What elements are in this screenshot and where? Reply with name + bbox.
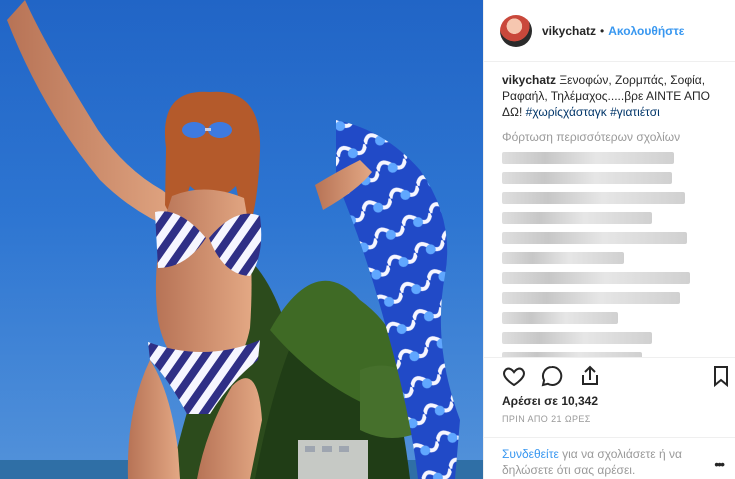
post-header: vikychatz • Ακολουθήστε <box>484 0 735 62</box>
post-photo[interactable] <box>0 0 483 479</box>
blurred-comment <box>502 272 690 284</box>
post-details-panel: vikychatz • Ακολουθήστε vikychatz Ξενοφώ… <box>483 0 735 479</box>
username-link[interactable]: vikychatz <box>542 24 596 38</box>
heart-icon[interactable] <box>502 364 526 388</box>
post-caption: vikychatz Ξενοφών, Ζορμπάς, Σοφία, Ραφαή… <box>502 72 719 120</box>
caption-username[interactable]: vikychatz <box>502 73 556 87</box>
blurred-comment <box>502 252 624 264</box>
likes-count[interactable]: Αρέσει σε 10,342 <box>484 394 735 408</box>
post-time: ΠΡΙΝ ΑΠΟ 21 ΩΡΕΣ <box>502 414 591 424</box>
separator-dot: • <box>600 23 605 38</box>
blurred-comment <box>502 152 674 164</box>
load-more-comments[interactable]: Φόρτωση περισσότερων σχολίων <box>502 130 719 144</box>
blurred-comment <box>502 232 687 244</box>
post-actions <box>484 358 735 394</box>
comment-icon[interactable] <box>540 364 564 388</box>
blurred-comment <box>502 312 618 324</box>
blurred-comment <box>502 192 685 204</box>
share-icon[interactable] <box>578 364 602 388</box>
blurred-comment <box>502 332 652 344</box>
bookmark-icon[interactable] <box>709 364 733 388</box>
instagram-post: vikychatz • Ακολουθήστε vikychatz Ξενοφώ… <box>0 0 735 479</box>
login-prompt: Συνδεθείτε για να σχολιάσετε ή να δηλώσε… <box>484 437 735 479</box>
comments-section: vikychatz Ξενοφών, Ζορμπάς, Σοφία, Ραφαή… <box>484 62 735 358</box>
hashtags[interactable]: #χωρίςχάσταγκ #γιατιέτσι <box>526 105 660 119</box>
follow-button[interactable]: Ακολουθήστε <box>608 24 684 38</box>
blurred-comment <box>502 172 672 184</box>
login-link[interactable]: Συνδεθείτε <box>502 447 559 461</box>
blurred-comment <box>502 292 680 304</box>
avatar[interactable] <box>500 14 532 47</box>
blurred-comment <box>502 212 652 224</box>
photo-illustration <box>0 0 483 479</box>
more-icon[interactable]: ••• <box>714 456 725 472</box>
